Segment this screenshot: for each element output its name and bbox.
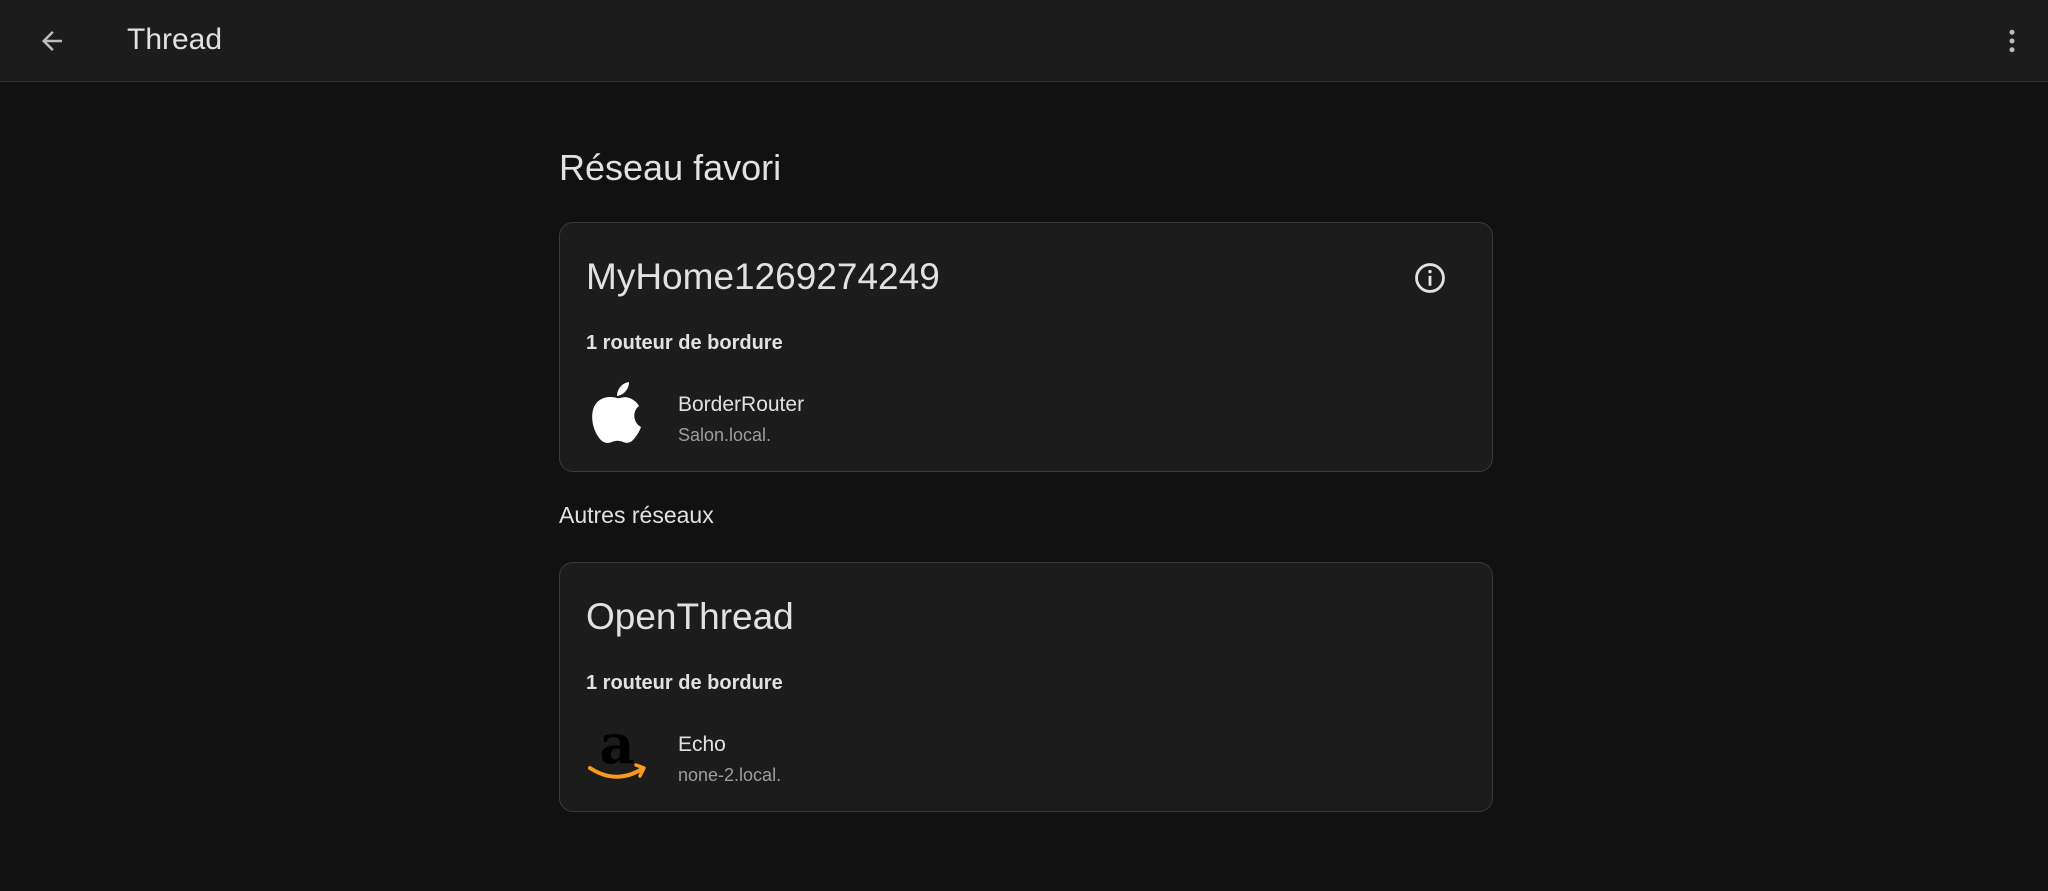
router-hostname: none-2.local.: [678, 765, 782, 785]
border-router-item[interactable]: a Echo none-2.local.: [586, 713, 1466, 793]
more-vert-icon: [2009, 29, 2015, 53]
svg-text:a: a: [600, 721, 635, 776]
border-router-count: 1 routeur de bordure: [586, 672, 783, 694]
back-button[interactable]: [28, 17, 76, 65]
top-app-bar: Thread: [0, 0, 2048, 82]
overflow-menu-button[interactable]: [1988, 17, 2036, 65]
page-title: Thread: [127, 23, 223, 56]
amazon-logo-icon: a: [586, 721, 648, 785]
info-icon: [1415, 263, 1445, 293]
network-name: OpenThread: [586, 596, 794, 637]
preferred-network-card: MyHome1269274249 1 routeur de bordure Bo…: [559, 222, 1493, 472]
router-hostname: Salon.local.: [678, 425, 772, 445]
other-networks-heading: Autres réseaux: [559, 502, 714, 528]
network-name: MyHome1269274249: [586, 256, 940, 297]
other-network-card: OpenThread 1 routeur de bordure a Echo n…: [559, 562, 1493, 812]
arrow-back-icon: [42, 31, 62, 51]
apple-logo-icon: [586, 381, 648, 445]
border-router-item[interactable]: BorderRouter Salon.local.: [586, 373, 1466, 453]
border-router-count: 1 routeur de bordure: [586, 332, 783, 354]
preferred-network-heading: Réseau favori: [559, 147, 782, 188]
network-info-button[interactable]: [1408, 256, 1452, 300]
router-name: BorderRouter: [678, 393, 805, 416]
router-name: Echo: [678, 733, 726, 756]
